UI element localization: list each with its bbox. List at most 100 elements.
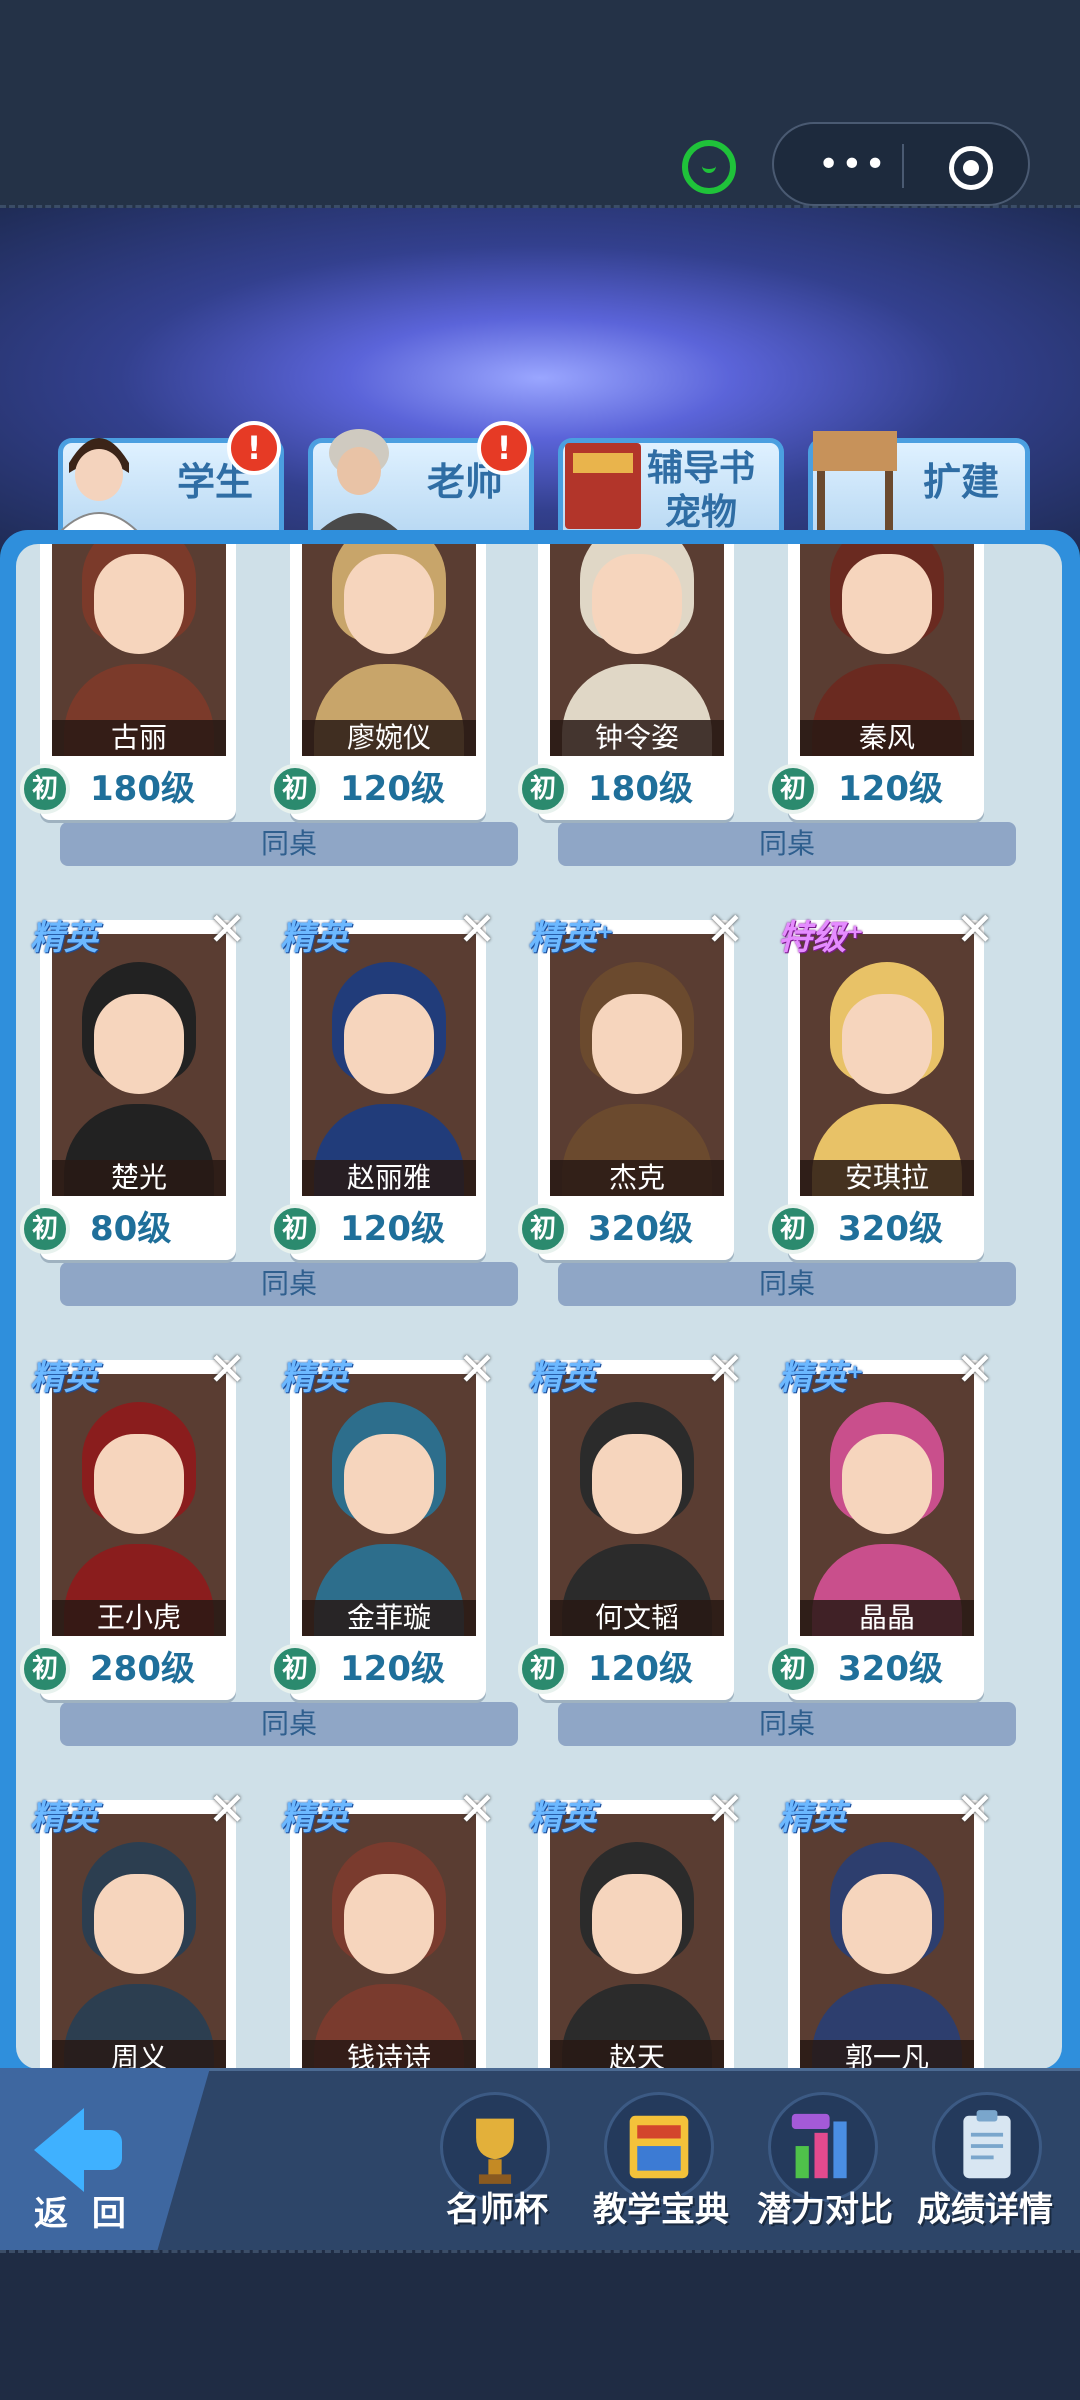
level-tier-icon: 初 <box>768 1204 818 1254</box>
remove-student-icon[interactable]: ✕ <box>952 906 998 952</box>
close-program-icon[interactable] <box>949 146 993 190</box>
student-card[interactable]: 楚光初 80级 精英 ✕ <box>20 906 246 1260</box>
student-card[interactable]: 赵天初80级精英✕ <box>528 1786 744 2069</box>
level-tier-icon: 初 <box>20 1644 70 1694</box>
famous-teacher-cup-button[interactable]: 名师杯 <box>412 2182 582 2231</box>
student-card[interactable]: 钟令姿初 180级 <box>518 544 734 820</box>
level-tier-icon: 初 <box>518 764 568 814</box>
score-details-button[interactable]: 成绩详情 <box>910 2182 1060 2231</box>
remove-student-icon[interactable]: ✕ <box>454 1346 500 1392</box>
student-card[interactable]: 周义初120级精英✕ <box>30 1786 246 2069</box>
level-tier-icon: 初 <box>768 764 818 814</box>
deskmate-label: 同桌 <box>60 1262 518 1306</box>
student-portrait <box>800 934 974 1196</box>
student-portrait <box>302 934 476 1196</box>
remove-student-icon[interactable]: ✕ <box>454 1786 500 1832</box>
student-name: 晶晶 <box>800 1600 974 1636</box>
remove-student-icon[interactable]: ✕ <box>952 1346 998 1392</box>
student-panel: 同桌同桌同桌同桌同桌同桌同桌同桌古丽初180级廖婉仪初120级钟令姿初180级秦… <box>0 530 1080 2070</box>
portrait-face <box>592 994 682 1094</box>
student-portrait <box>52 1814 226 2069</box>
student-level: 120级 <box>340 769 445 809</box>
student-name: 廖婉仪 <box>302 720 476 756</box>
remove-student-icon[interactable]: ✕ <box>454 906 500 952</box>
student-name: 钟令姿 <box>550 720 724 756</box>
tab-teachers[interactable]: 老师 ! <box>308 421 534 533</box>
remove-student-icon[interactable]: ✕ <box>204 1786 250 1832</box>
student-level: 280级 <box>90 1649 195 1689</box>
alert-badge-icon: ! <box>477 421 531 475</box>
tab-books-pets[interactable]: 辅导书 宠物 <box>558 438 784 533</box>
student-card[interactable]: 晶晶初 320级 精英⁺ ✕ <box>768 1346 994 1700</box>
level-tier-icon: 初 <box>518 1204 568 1254</box>
portrait-face <box>592 554 682 654</box>
level-row: 初 280级 <box>20 1640 236 1700</box>
student-card[interactable]: 钱诗诗初110级精英✕ <box>280 1786 496 2069</box>
student-card[interactable]: 古丽初 180级 <box>20 544 236 820</box>
rank-badge: 精英 <box>528 1358 596 1398</box>
remove-student-icon[interactable]: ✕ <box>204 906 250 952</box>
portrait-face <box>344 1874 434 1974</box>
tab-expand[interactable]: 扩建 <box>808 431 1030 533</box>
level-tier-icon: 初 <box>270 1644 320 1694</box>
student-portrait <box>52 934 226 1196</box>
level-row: 初 320级 <box>768 1640 984 1700</box>
rank-badge: 精英⁺ <box>778 1358 864 1398</box>
student-portrait <box>302 1374 476 1636</box>
level-row: 初 320级 <box>518 1200 734 1260</box>
level-row: 初 80级 <box>20 1200 236 1260</box>
student-name: 钱诗诗 <box>302 2040 476 2069</box>
student-portrait <box>550 934 724 1196</box>
rank-badge: 精英 <box>528 1798 596 1838</box>
student-card[interactable]: 赵丽雅初 120级 精英 ✕ <box>270 906 496 1260</box>
portrait-face <box>592 1874 682 1974</box>
portrait-face <box>94 1434 184 1534</box>
level-row: 初 120级 <box>270 760 486 820</box>
deskmate-label: 同桌 <box>558 822 1016 866</box>
remove-student-icon[interactable]: ✕ <box>204 1346 250 1392</box>
student-card[interactable]: 杰克初 320级 精英⁺ ✕ <box>518 906 744 1260</box>
student-portrait <box>800 1374 974 1636</box>
level-row: 初 120级 <box>270 1640 486 1700</box>
student-name: 安琪拉 <box>800 1160 974 1196</box>
student-card[interactable]: 廖婉仪初 120级 <box>270 544 486 820</box>
back-label: 返 回 <box>34 2194 132 2234</box>
student-card[interactable]: 安琪拉初 320级 特级⁺ ✕ <box>768 906 994 1260</box>
more-options-icon[interactable]: ••• <box>818 147 886 183</box>
student-grid[interactable]: 同桌同桌同桌同桌同桌同桌同桌同桌古丽初180级廖婉仪初120级钟令姿初180级秦… <box>16 544 1062 2069</box>
student-card[interactable]: 金菲璇初 120级 精英 ✕ <box>270 1346 496 1700</box>
rank-badge: 精英⁺ <box>528 918 614 958</box>
rank-badge: 精英 <box>778 1798 846 1838</box>
remove-student-icon[interactable]: ✕ <box>702 1346 748 1392</box>
level-row: 初 120级 <box>270 1200 486 1260</box>
level-tier-icon: 初 <box>20 1204 70 1254</box>
student-portrait <box>302 1814 476 2069</box>
student-level: 180级 <box>90 769 195 809</box>
level-tier-icon: 初 <box>270 764 320 814</box>
desk-icon <box>813 431 897 531</box>
remove-student-icon[interactable]: ✕ <box>702 906 748 952</box>
deskmate-label: 同桌 <box>558 1262 1016 1306</box>
rank-badge: 精英 <box>280 918 348 958</box>
student-card[interactable]: 何文韬初 120级 精英 ✕ <box>518 1346 744 1700</box>
student-name: 何文韬 <box>550 1600 724 1636</box>
footer-bar <box>0 2250 1080 2400</box>
student-level: 320级 <box>588 1209 693 1249</box>
student-avatar-icon <box>57 438 141 533</box>
student-card[interactable]: 王小虎初 280级 精英 ✕ <box>20 1346 246 1700</box>
portrait-face <box>344 554 434 654</box>
student-card[interactable]: 秦风初 120级 <box>768 544 984 820</box>
rank-badge: 精英 <box>30 1798 98 1838</box>
rank-badge: 精英 <box>30 918 98 958</box>
student-portrait <box>550 1814 724 2069</box>
mini-program-status-icon <box>682 140 736 194</box>
remove-student-icon[interactable]: ✕ <box>952 1786 998 1832</box>
student-card[interactable]: 郭一凡初120级精英✕ <box>778 1786 994 2069</box>
potential-compare-button[interactable]: 潜力对比 <box>740 2182 910 2231</box>
remove-student-icon[interactable]: ✕ <box>702 1786 748 1832</box>
tab-books-label: 辅导书 宠物 <box>646 448 755 533</box>
tab-students[interactable]: 学生 ! <box>57 421 284 533</box>
teaching-guide-button[interactable]: 教学宝典 <box>576 2182 746 2231</box>
level-row: 初 320级 <box>768 1200 984 1260</box>
deskmate-label: 同桌 <box>558 1702 1016 1746</box>
